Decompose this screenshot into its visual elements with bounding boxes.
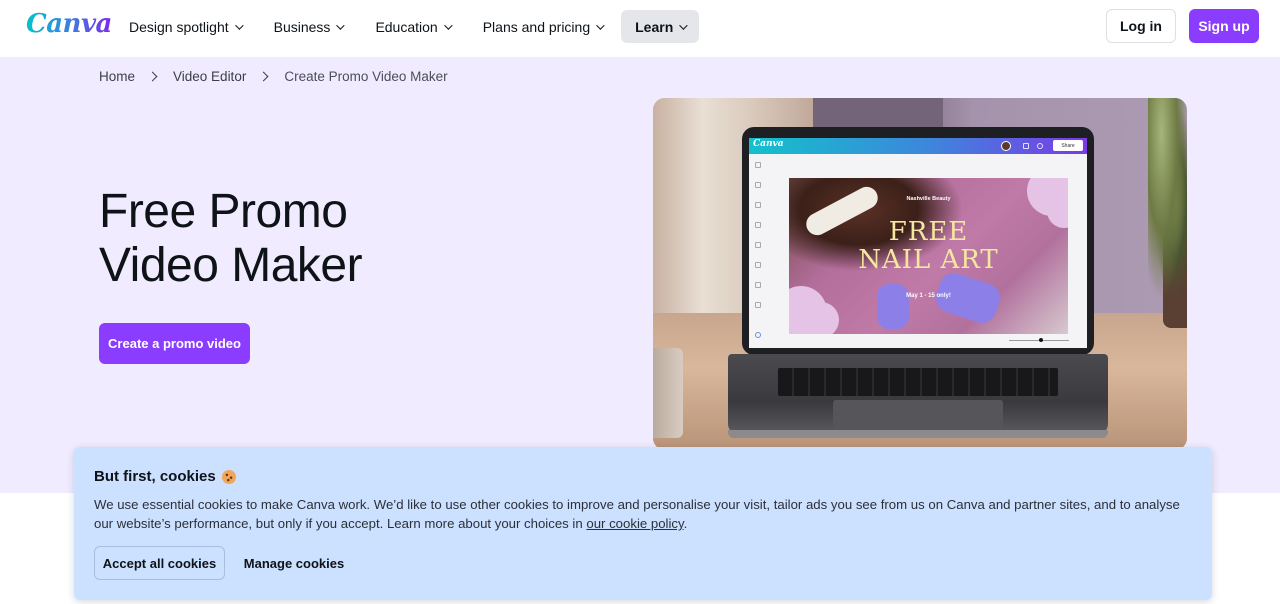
editor-logo: Canva: [753, 139, 784, 149]
title-line-2: Video Maker: [99, 239, 363, 292]
main-nav: Design spotlight Business Education Plan…: [115, 10, 704, 43]
nav-design-spotlight[interactable]: Design spotlight: [115, 10, 255, 43]
manage-cookies-button[interactable]: Manage cookies: [238, 546, 350, 580]
laptop-screen: Canva Share Nashville Beauty FREE NAIL A…: [749, 138, 1087, 348]
text-tool-icon: [755, 202, 761, 208]
nav-label: Business: [273, 18, 331, 35]
plant-icon: [1148, 98, 1187, 328]
title-line-1: Free Promo: [99, 185, 348, 238]
chevron-right-icon: [147, 71, 158, 82]
upload-icon: [1023, 143, 1029, 149]
hero-image: Canva Share Nashville Beauty FREE NAIL A…: [653, 98, 1187, 450]
mug: [653, 348, 683, 438]
cookie-banner-title: But first, cookies: [94, 468, 236, 485]
nav-label: Design spotlight: [129, 18, 229, 35]
editor-toolbar: Canva Share: [749, 138, 1087, 154]
comment-icon: [1037, 143, 1043, 149]
signup-button[interactable]: Sign up: [1189, 9, 1259, 43]
breadcrumb: Home Video Editor Create Promo Video Mak…: [99, 69, 448, 84]
breadcrumb-video-editor[interactable]: Video Editor: [173, 69, 246, 84]
breadcrumb-current: Create Promo Video Maker: [284, 69, 448, 84]
chevron-right-icon: [258, 71, 269, 82]
uploads-tool-icon: [755, 242, 761, 248]
design-brand: Nashville Beauty: [906, 196, 951, 202]
site-header: Canva Design spotlight Business Educatio…: [0, 0, 1280, 57]
cookie-banner: But first, cookies We use essential cook…: [74, 447, 1212, 600]
design-date: May 1 - 15 only!: [906, 293, 951, 299]
editor-share-button: Share: [1053, 140, 1083, 151]
cookie-body-end: .: [683, 516, 688, 531]
cookie-policy-link[interactable]: our cookie policy: [586, 516, 683, 531]
magic-icon: [755, 332, 761, 338]
chevron-down-icon: [336, 20, 346, 30]
elements-tool-icon: [755, 182, 761, 188]
headline-line-1: FREE: [888, 217, 969, 247]
headline-line-2: NAIL ART: [858, 245, 999, 275]
nav-business[interactable]: Business: [260, 10, 357, 43]
design-tool-icon: [755, 162, 761, 168]
nav-plans-and-pricing[interactable]: Plans and pricing: [469, 10, 616, 43]
nav-education[interactable]: Education: [361, 10, 463, 43]
accept-all-cookies-button[interactable]: Accept all cookies: [94, 546, 225, 580]
laptop-edge: [728, 430, 1108, 438]
cookie-title-text: But first, cookies: [94, 468, 216, 485]
breadcrumb-home[interactable]: Home: [99, 69, 135, 84]
nav-label: Education: [375, 18, 438, 35]
trackpad: [833, 400, 1003, 428]
decor-cloud: [803, 302, 839, 334]
promo-design: Nashville Beauty FREE NAIL ART May 1 - 1…: [789, 178, 1068, 334]
nav-label: Plans and pricing: [482, 18, 591, 35]
canva-logo[interactable]: Canva: [26, 9, 112, 39]
hero-section: Home Video Editor Create Promo Video Mak…: [0, 57, 1280, 493]
chevron-down-icon: [679, 20, 688, 30]
chevron-down-icon: [234, 20, 244, 30]
cookie-banner-text: We use essential cookies to make Canva w…: [94, 495, 1194, 533]
nav-learn[interactable]: Learn: [621, 10, 700, 43]
create-promo-video-button[interactable]: Create a promo video: [99, 323, 250, 364]
nav-label: Learn: [635, 18, 674, 35]
draw-tool-icon: [755, 262, 761, 268]
avatar: [1001, 141, 1011, 151]
laptop-base: [728, 354, 1108, 434]
projects-tool-icon: [755, 282, 761, 288]
apps-tool-icon: [755, 302, 761, 308]
timeline-slider: [1009, 338, 1069, 342]
design-headline: FREE NAIL ART: [789, 218, 1068, 274]
chevron-down-icon: [443, 20, 453, 30]
chevron-down-icon: [596, 20, 605, 30]
login-button[interactable]: Log in: [1106, 9, 1176, 43]
glove: [877, 284, 909, 329]
brand-tool-icon: [755, 222, 761, 228]
page-title: Free Promo Video Maker: [99, 185, 363, 293]
cookie-icon: [221, 469, 236, 484]
keyboard: [778, 368, 1058, 396]
